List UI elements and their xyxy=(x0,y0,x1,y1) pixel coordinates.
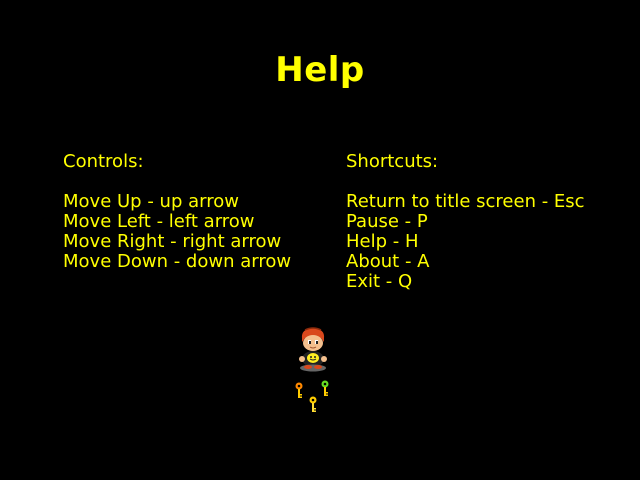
shortcuts-heading: Shortcuts: xyxy=(346,151,439,172)
control-item-move-right: Move Right - right arrow xyxy=(63,231,282,252)
player-character-sprite xyxy=(299,327,327,372)
controls-section: Controls: Move Up - up arrow Move Left -… xyxy=(63,152,291,272)
shortcut-item-about: About - A xyxy=(346,251,430,272)
shortcut-item-help: Help - H xyxy=(346,231,419,252)
key-icon xyxy=(295,382,303,398)
control-item-move-down: Move Down - down arrow xyxy=(63,251,292,272)
shortcut-item-title-screen: Return to title screen - Esc xyxy=(346,191,585,212)
shortcuts-section: Shortcuts: Return to title screen - Esc … xyxy=(346,152,585,292)
shortcut-item-exit: Exit - Q xyxy=(346,271,413,292)
key-icon xyxy=(309,396,317,412)
page-title: Help xyxy=(275,50,365,90)
control-item-move-up: Move Up - up arrow xyxy=(63,191,239,212)
control-item-move-left: Move Left - left arrow xyxy=(63,211,255,232)
shortcut-item-pause: Pause - P xyxy=(346,211,428,232)
controls-heading: Controls: xyxy=(63,151,144,172)
help-screen: Help Controls: Move Up - up arrow Move L… xyxy=(0,0,640,480)
key-icon xyxy=(321,380,329,396)
